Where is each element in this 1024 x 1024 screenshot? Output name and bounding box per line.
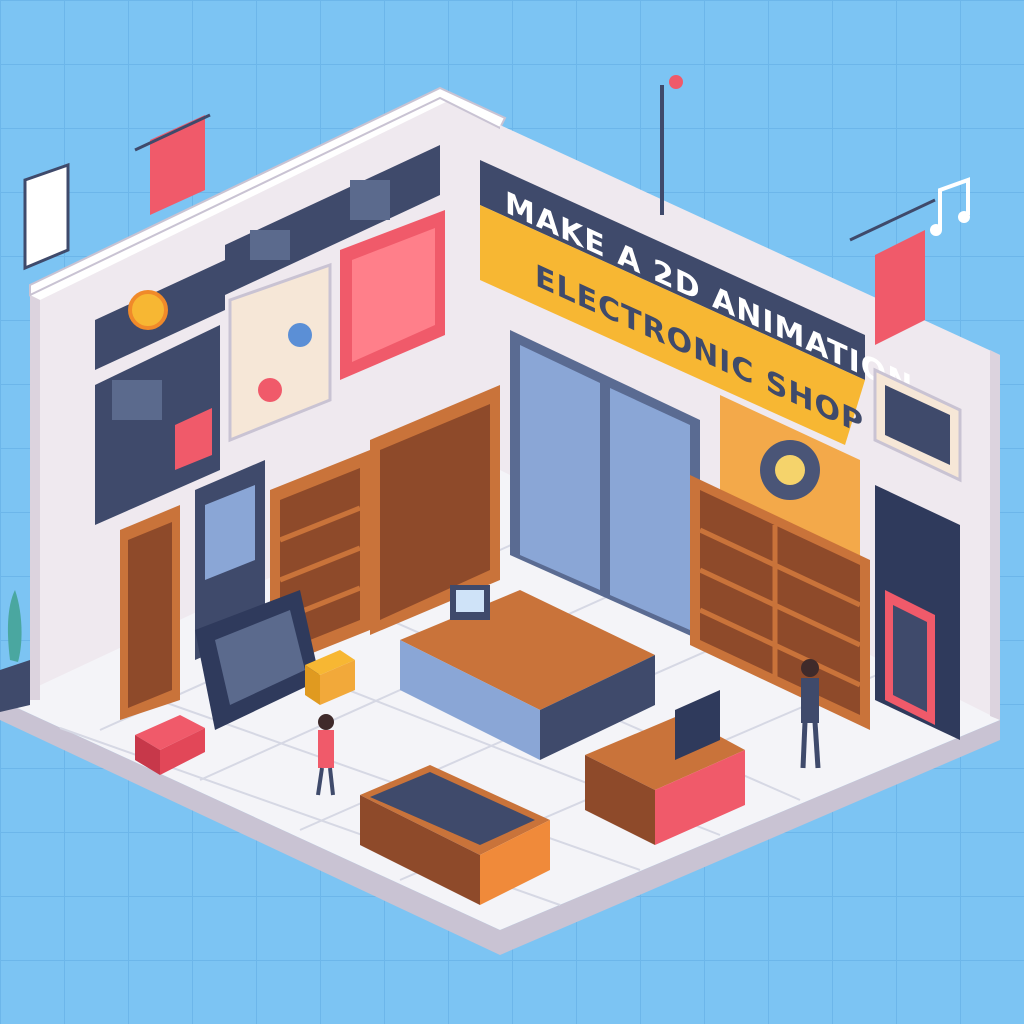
shop-illustration: MAKE A 2D ANIMATION ELECTRONIC SHOP	[0, 0, 1024, 1024]
round-light-icon	[128, 290, 168, 330]
right-door	[875, 485, 960, 740]
